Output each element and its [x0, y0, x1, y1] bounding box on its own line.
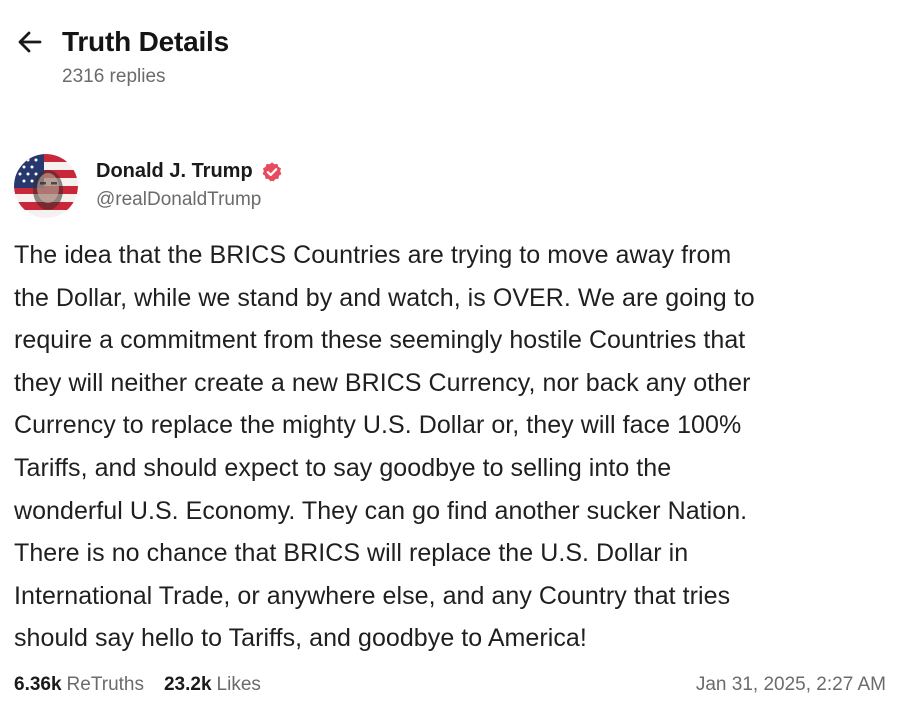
- truth-post: Donald J. Trump @realDonaldTrump The ide…: [14, 154, 886, 660]
- post-footer: 6.36k ReTruths 23.2k Likes Jan 31, 2025,…: [14, 674, 886, 696]
- retruths-stat[interactable]: 6.36k ReTruths: [14, 674, 144, 696]
- reply-count: 2316 replies: [62, 66, 166, 87]
- avatar-image: [14, 154, 78, 218]
- arrow-left-icon: [18, 31, 42, 53]
- author-name[interactable]: Donald J. Trump: [96, 160, 253, 183]
- page-header: Truth Details 2316 replies: [16, 22, 884, 88]
- author-handle[interactable]: @realDonaldTrump: [96, 189, 283, 211]
- verified-badge-icon: [262, 161, 282, 181]
- post-body: The idea that the BRICS Countries are tr…: [14, 241, 755, 653]
- header-row: Truth Details: [16, 22, 884, 62]
- post-timestamp: Jan 31, 2025, 2:27 AM: [695, 674, 886, 695]
- retruths-label: ReTruths: [66, 674, 144, 695]
- likes-stat[interactable]: 23.2k Likes: [164, 674, 261, 696]
- avatar[interactable]: [14, 154, 78, 218]
- author-name-row: Donald J. Trump: [96, 160, 283, 183]
- back-button[interactable]: [16, 25, 50, 59]
- page-title: Truth Details: [62, 26, 229, 57]
- author-info: Donald J. Trump @realDonaldTrump: [96, 160, 283, 211]
- retruths-count: 6.36k: [14, 674, 62, 695]
- author-row: Donald J. Trump @realDonaldTrump: [14, 154, 886, 218]
- likes-count: 23.2k: [163, 674, 212, 695]
- likes-label: Likes: [216, 674, 261, 695]
